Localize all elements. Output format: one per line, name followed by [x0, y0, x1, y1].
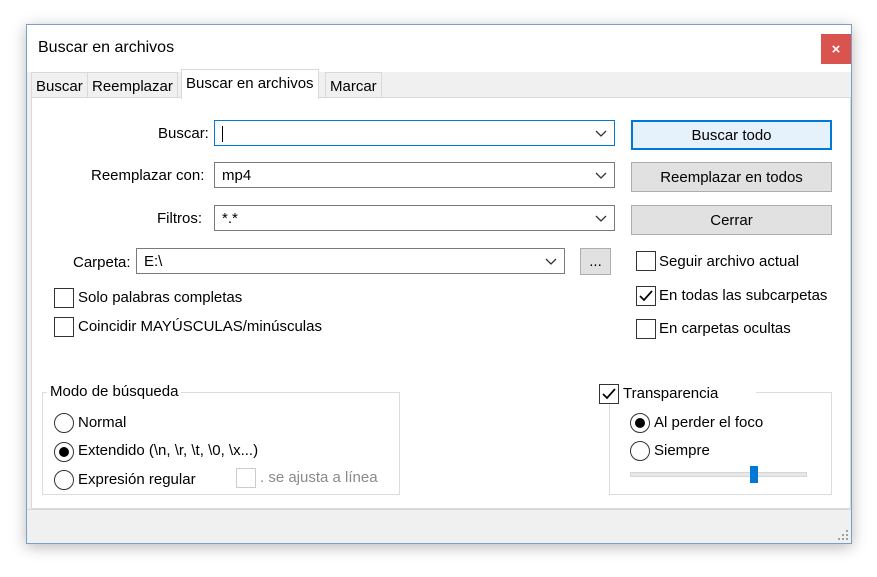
radio-al-perder-foco-label: Al perder el foco: [654, 414, 764, 431]
carpetas-ocultas-checkbox[interactable]: [636, 319, 656, 339]
radio-normal-label: Normal: [78, 414, 127, 431]
chevron-down-icon[interactable]: [594, 168, 608, 182]
window-title: Buscar en archivos: [38, 39, 175, 56]
buscar-label: Buscar:: [158, 125, 209, 142]
reemplazar-en-todos-button[interactable]: Reemplazar en todos: [631, 162, 832, 192]
browse-folder-button[interactable]: ...: [580, 248, 611, 275]
chevron-down-icon[interactable]: [594, 211, 608, 225]
buscar-todo-button[interactable]: Buscar todo: [631, 120, 832, 150]
carpeta-value: E:\: [144, 253, 163, 270]
radio-al-perder-foco[interactable]: [630, 413, 650, 433]
dotall-checkbox[interactable]: [236, 468, 256, 488]
transparency-checkbox[interactable]: [599, 384, 619, 404]
filtros-value: *.*: [222, 210, 238, 227]
radio-selected-dot: [635, 418, 645, 428]
transparency-slider-track[interactable]: [630, 472, 807, 477]
radio-expresion-regular[interactable]: [54, 470, 74, 490]
radio-normal[interactable]: [54, 413, 74, 433]
radio-extendido[interactable]: [54, 442, 74, 462]
palabras-completas-checkbox[interactable]: [54, 288, 74, 308]
close-icon: ×: [831, 40, 841, 58]
tab-buscar[interactable]: Buscar: [31, 72, 88, 98]
carpetas-ocultas-label: En carpetas ocultas: [659, 320, 791, 337]
carpeta-label: Carpeta:: [73, 254, 131, 271]
status-bar: [27, 509, 851, 543]
subcarpetas-checkbox[interactable]: [636, 286, 656, 306]
reemplazar-input[interactable]: mp4: [214, 162, 615, 188]
filtros-label: Filtros:: [157, 210, 202, 227]
resize-grip-icon[interactable]: [837, 529, 849, 541]
tab-reemplazar[interactable]: Reemplazar: [87, 72, 178, 98]
title-bar: Buscar en archivos ×: [27, 25, 851, 72]
radio-siempre-label: Siempre: [654, 442, 710, 459]
radio-siempre[interactable]: [630, 441, 650, 461]
radio-selected-dot: [59, 447, 69, 457]
close-window-button[interactable]: ×: [821, 34, 851, 64]
find-in-files-dialog: Buscar en archivos × Buscar Reemplazar B…: [26, 24, 852, 544]
transparency-slider-thumb[interactable]: [749, 466, 758, 483]
coincidir-mayusculas-label: Coincidir MAYÚSCULAS/minúsculas: [78, 318, 322, 335]
reemplazar-label: Reemplazar con:: [91, 167, 205, 184]
transparency-label: Transparencia: [623, 385, 719, 402]
carpeta-input[interactable]: E:\: [136, 248, 565, 274]
search-mode-title: Modo de búsqueda: [47, 383, 182, 400]
chevron-down-icon[interactable]: [594, 126, 608, 140]
radio-expresion-regular-label: Expresión regular: [78, 471, 196, 488]
coincidir-mayusculas-checkbox[interactable]: [54, 317, 74, 337]
text-cursor: [222, 126, 223, 142]
tab-marcar[interactable]: Marcar: [325, 72, 382, 98]
checkmark-icon: [639, 290, 653, 302]
filtros-input[interactable]: *.*: [214, 205, 615, 231]
cerrar-button[interactable]: Cerrar: [631, 205, 832, 235]
tab-buscar-en-archivos[interactable]: Buscar en archivos: [181, 69, 319, 99]
dotall-label: . se ajusta a línea: [260, 469, 378, 486]
chevron-down-icon[interactable]: [544, 254, 558, 268]
subcarpetas-label: En todas las subcarpetas: [659, 287, 828, 304]
reemplazar-value: mp4: [222, 167, 252, 184]
seguir-archivo-label: Seguir archivo actual: [659, 253, 800, 270]
buscar-input[interactable]: [214, 120, 615, 146]
checkmark-icon: [602, 388, 616, 400]
radio-extendido-label: Extendido (\n, \r, \t, \0, \x...): [78, 442, 259, 459]
tab-panel: Buscar: Reemplazar con: mp4 Filtros: *.*…: [31, 97, 851, 509]
palabras-completas-label: Solo palabras completas: [78, 289, 243, 306]
seguir-archivo-checkbox[interactable]: [636, 251, 656, 271]
